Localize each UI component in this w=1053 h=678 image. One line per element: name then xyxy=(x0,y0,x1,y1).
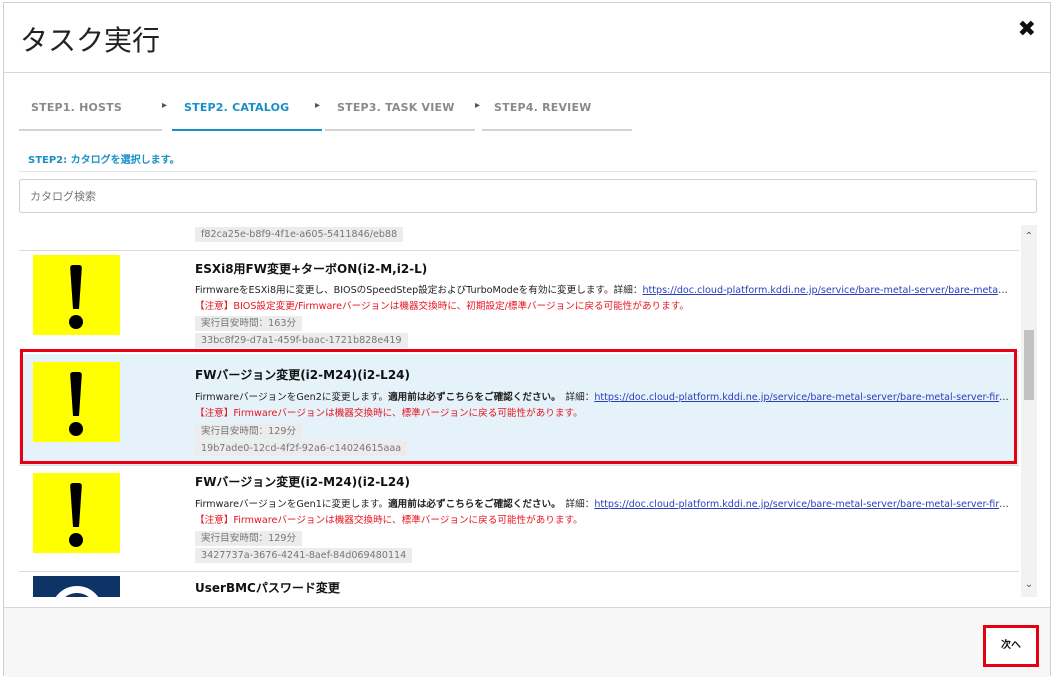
next-button[interactable]: 次へ xyxy=(983,625,1039,667)
catalog-item-warning: 【注意】BIOS設定変更/Firmwareバージョンは機器交換時に、初期設定/標… xyxy=(195,301,689,312)
step-label: STEP2. CATALOG xyxy=(184,101,290,114)
step-arrow-icon: ▸ xyxy=(475,100,481,111)
catalog-item-description: FirmwareバージョンをGen1に変更します。適用前は必ずこちらをご確認くだ… xyxy=(195,496,1010,510)
step-task-view-tab[interactable]: STEP3. TASK VIEW ▸ xyxy=(325,93,480,131)
step-label: STEP4. REVIEW xyxy=(494,101,592,114)
step-label: STEP3. TASK VIEW xyxy=(337,101,455,114)
dialog-footer: 次へ xyxy=(4,607,1050,677)
step-label: STEP1. HOSTS xyxy=(31,101,122,114)
task-execution-dialog: タスク実行 ✖ STEP1. HOSTS ▸ STEP2. CATALOG ▸ … xyxy=(3,2,1051,677)
warning-icon xyxy=(33,473,120,553)
catalog-uuid: 3427737a-3676-4241-8aef-84d069480114 xyxy=(195,548,413,563)
scroll-down-icon[interactable]: ⌄ xyxy=(1021,577,1037,593)
catalog-item-title: FWバージョン変更(i2-M24)(i2-L24) xyxy=(195,475,411,489)
warning-icon xyxy=(33,362,120,442)
catalog-list-item[interactable]: ESXi8用FW変更+ターボON(i2-M,i2-L) FirmwareをESX… xyxy=(19,251,1019,352)
catalog-item-title: UserBMCパスワード変更 xyxy=(195,581,340,595)
step-underline xyxy=(325,129,475,131)
catalog-uuid: 19b7ade0-12cd-4f2f-92a6-c14024615aaa xyxy=(195,441,408,456)
catalog-item-title: ESXi8用FW変更+ターボON(i2-M,i2-L) xyxy=(195,262,428,276)
catalog-duration: 実行目安時間：163分 xyxy=(195,316,303,331)
catalog-item-description: FirmwareをESXi8用に変更し、BIOSのSpeedStep設定およびT… xyxy=(195,282,1010,296)
catalog-search-input[interactable] xyxy=(19,179,1037,213)
step-arrow-icon: ▸ xyxy=(315,100,321,111)
dialog-title: タスク実行 xyxy=(20,24,161,57)
catalog-item-title: FWバージョン変更(i2-M24)(i2-L24) xyxy=(195,368,411,382)
step-underline xyxy=(19,129,162,131)
catalog-item-warning: 【注意】Firmwareバージョンは機器交換時に、標準バージョンに戻る可能性があ… xyxy=(195,408,583,419)
step-navigation: STEP1. HOSTS ▸ STEP2. CATALOG ▸ STEP3. T… xyxy=(19,93,639,131)
catalog-list-item[interactable]: UserBMCパスワード変更 xyxy=(19,574,1019,597)
catalog-item-warning: 【注意】Firmwareバージョンは機器交換時に、標準バージョンに戻る可能性があ… xyxy=(195,515,583,526)
scroll-up-icon[interactable]: ⌃ xyxy=(1021,229,1037,245)
catalog-uuid: f82ca25e-b8f9-4f1e-a605-5411846/eb88 xyxy=(195,227,404,242)
step-hosts-tab[interactable]: STEP1. HOSTS ▸ xyxy=(19,93,167,131)
step-arrow-icon: ▸ xyxy=(162,100,168,111)
list-scrollbar[interactable]: ⌃ ⌄ xyxy=(1021,225,1037,597)
step-review-tab[interactable]: STEP4. REVIEW xyxy=(482,93,632,131)
catalog-duration: 実行目安時間：129分 xyxy=(195,531,303,546)
doc-link[interactable]: https://doc.cloud-platform.kddi.ne.jp/se… xyxy=(594,499,1010,510)
step-description: STEP2: カタログを選択します。 xyxy=(28,155,180,166)
catalog-list: f82ca25e-b8f9-4f1e-a605-5411846/eb88 ESX… xyxy=(19,225,1019,597)
step-underline xyxy=(482,129,632,131)
doc-link[interactable]: https://doc.cloud-platform.kddi.ne.jp/se… xyxy=(594,392,1010,403)
catalog-list-item[interactable]: FWバージョン変更(i2-M24)(i2-L24) Firmwareバージョンを… xyxy=(19,467,1019,572)
scrollbar-thumb[interactable] xyxy=(1024,330,1034,400)
close-icon[interactable]: ✖ xyxy=(1018,17,1036,42)
bmc-icon xyxy=(33,576,120,597)
doc-link[interactable]: https://doc.cloud-platform.kddi.ne.jp/se… xyxy=(642,285,1010,296)
divider xyxy=(19,171,1037,172)
step-catalog-tab[interactable]: STEP2. CATALOG ▸ xyxy=(172,93,322,131)
catalog-list-item-selected[interactable]: FWバージョン変更(i2-M24)(i2-L24) Firmwareバージョンを… xyxy=(19,354,1019,466)
warning-icon xyxy=(33,255,120,335)
dialog-header: タスク実行 ✖ xyxy=(4,3,1050,73)
catalog-uuid: 33bc8f29-d7a1-459f-baac-1721b828e419 xyxy=(195,333,408,348)
catalog-item-description: FirmwareバージョンをGen2に変更します。適用前は必ずこちらをご確認くだ… xyxy=(195,389,1010,403)
catalog-list-item[interactable]: f82ca25e-b8f9-4f1e-a605-5411846/eb88 xyxy=(19,225,1019,251)
catalog-duration: 実行目安時間：129分 xyxy=(195,424,303,439)
step-underline xyxy=(172,129,322,131)
